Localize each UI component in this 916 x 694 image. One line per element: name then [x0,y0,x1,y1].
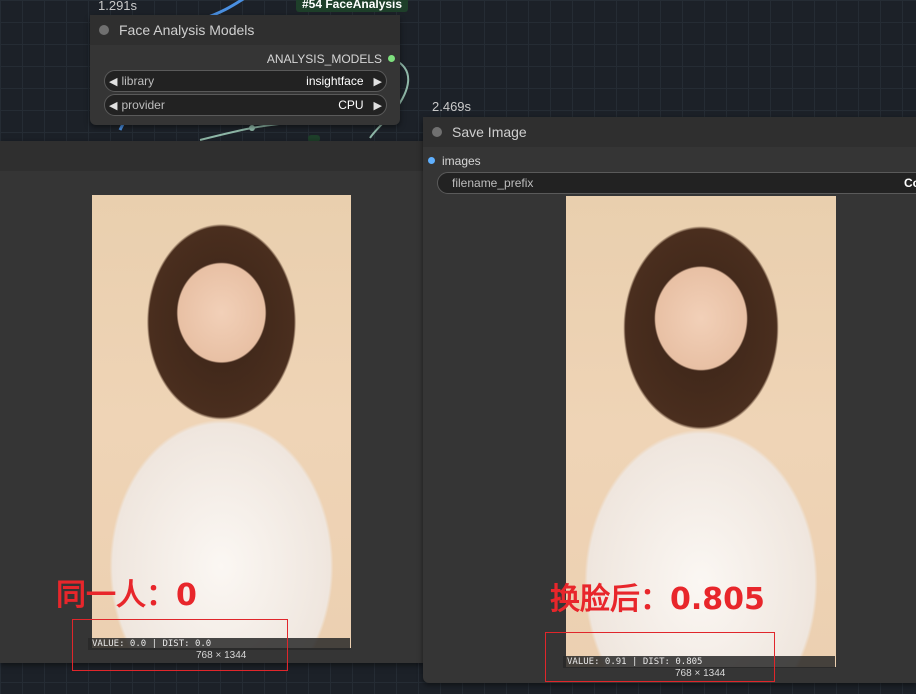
analysis-models-output-dot-icon[interactable] [388,55,395,62]
save-node-title: Save Image [452,124,527,140]
preview-node-title-bar[interactable] [0,141,424,171]
filename-prefix-field[interactable]: filename_prefix Co [437,172,916,194]
save-node-time: 2.469s [432,99,472,114]
right-arrow-icon[interactable]: ▶ [370,75,386,88]
save-node-title-bar[interactable]: Save Image [423,117,916,147]
images-input-dot-icon[interactable] [428,157,435,164]
collapse-dot-icon[interactable] [432,127,442,137]
face-node-time: 1.291s [98,0,138,13]
analysis-models-output-label: ANALYSIS_MODELS [266,52,382,66]
right-arrow-icon[interactable]: ▶ [370,99,386,112]
face-analysis-node[interactable]: Face Analysis Models ANALYSIS_MODELS ◀ l… [90,15,400,125]
filename-prefix-value: Co [904,176,916,190]
right-highlight-box [545,632,775,682]
provider-value: CPU [338,98,364,112]
provider-label: provider [121,98,165,112]
library-combo[interactable]: ◀ library insightface ▶ [104,70,387,92]
left-annotation: 同一人：0 [56,578,197,613]
images-input-label: images [442,154,481,168]
face-node-badge: #54 FaceAnalysis [296,0,409,12]
library-label: library [121,74,155,88]
provider-combo[interactable]: ◀ provider CPU ▶ [104,94,387,116]
collapse-dot-icon[interactable] [99,25,109,35]
left-arrow-icon[interactable]: ◀ [105,75,121,88]
right-annotation: 换脸后：0.805 [550,582,765,617]
left-arrow-icon[interactable]: ◀ [105,99,121,112]
face-node-title-bar[interactable]: Face Analysis Models [90,15,400,45]
library-value: insightface [306,74,364,88]
left-highlight-box [72,619,288,671]
filename-prefix-label: filename_prefix [452,176,534,190]
face-node-title: Face Analysis Models [119,22,255,38]
